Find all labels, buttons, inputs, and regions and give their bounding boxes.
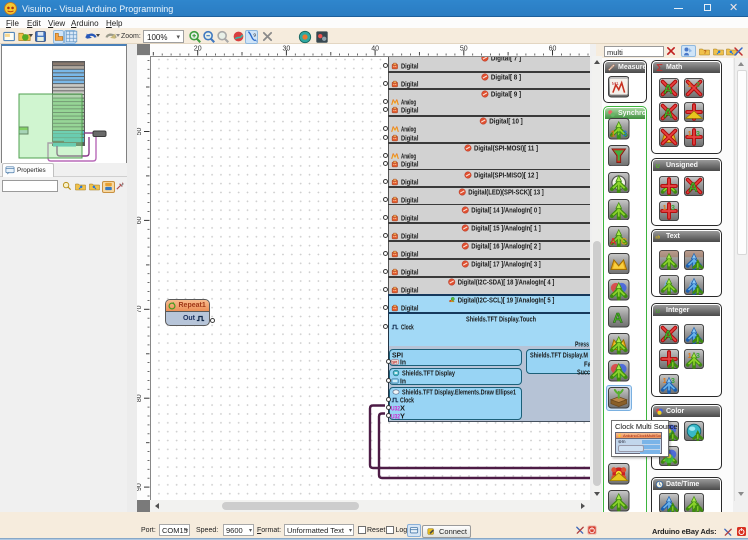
svg-text:1: 1 (611, 130, 616, 139)
svg-text:1: 1 (687, 80, 691, 89)
svg-text:1: 1 (662, 203, 666, 212)
svg-text:12: 12 (655, 309, 660, 314)
svg-text:90: 90 (137, 483, 143, 491)
svg-text:20: 20 (194, 46, 202, 53)
svg-text:60: 60 (137, 216, 143, 224)
svg-text:9: 9 (253, 33, 256, 39)
svg-text:3: 3 (695, 80, 699, 89)
svg-text:60: 60 (549, 46, 557, 53)
svg-text:40: 40 (371, 46, 379, 53)
svg-text:M1: M1 (611, 81, 618, 87)
svg-text:3: 3 (695, 129, 699, 138)
svg-text:70: 70 (137, 305, 143, 313)
svg-text:?: ? (704, 50, 707, 56)
svg-text:1: 1 (662, 376, 666, 385)
svg-text:1: 1 (687, 129, 691, 138)
svg-text:A: A (663, 327, 672, 342)
svg-text:A: A (663, 106, 672, 121)
svg-text:80: 80 (137, 394, 143, 402)
svg-text:A: A (610, 236, 617, 246)
svg-text:ab: ab (655, 234, 660, 239)
svg-text:A: A (613, 311, 623, 326)
svg-text:2: 2 (617, 131, 622, 140)
svg-text:A: A (663, 81, 672, 96)
svg-text:50: 50 (137, 128, 143, 136)
svg-text:C: C (621, 236, 628, 246)
svg-text:3: 3 (623, 130, 628, 139)
svg-text:50: 50 (460, 46, 468, 53)
svg-text:3: 3 (670, 203, 674, 212)
svg-text:U: U (656, 164, 660, 170)
svg-text:1: 1 (687, 351, 691, 360)
svg-text:30: 30 (283, 46, 291, 53)
svg-text:A: A (688, 179, 697, 194)
